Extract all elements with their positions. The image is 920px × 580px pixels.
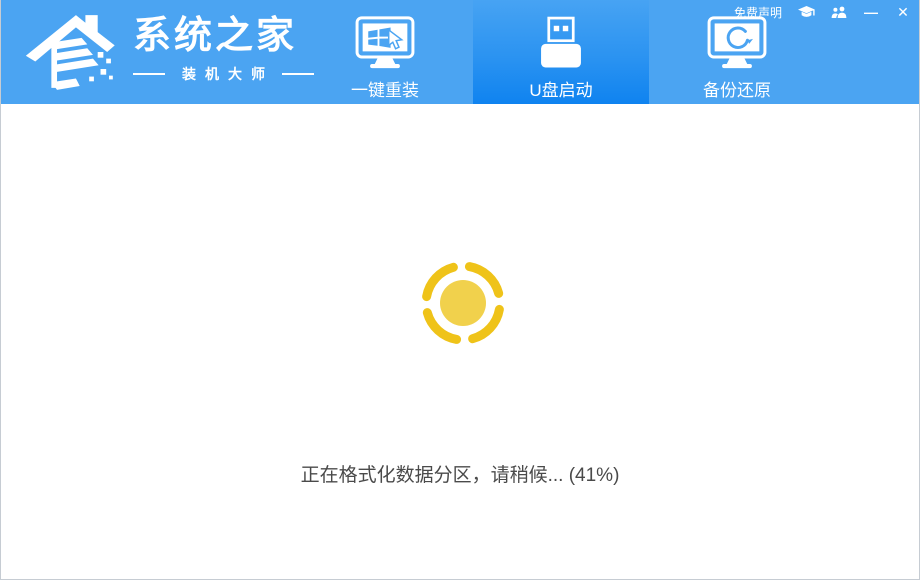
tab-label: U盘启动 [529,81,593,100]
tab-label: 备份还原 [703,81,771,100]
logo-dash-left [133,72,165,75]
free-disclaimer-link[interactable]: 免费声明 [734,4,782,21]
logo-text: 系统之家 装机大师 [133,15,314,84]
loading-spinner-icon [422,262,504,344]
users-icon[interactable] [831,6,847,18]
app-window: 系统之家 装机大师 一键重装 U盘启动 备份还原 免费声明 — ✕ 正在格式化数… [0,0,920,580]
logo-subtitle-line: 装机大师 [133,64,314,84]
content-area: 正在格式化数据分区，请稍候... (41%) [1,104,919,579]
logo-subtitle: 装机大师 [182,65,274,82]
house-logo-icon [25,15,115,90]
app-logo: 系统之家 装机大师 [23,6,314,98]
progress-status-text: 正在格式化数据分区，请稍候... (41%) [300,465,620,486]
close-button[interactable]: ✕ [895,5,911,19]
logo-title: 系统之家 [133,15,298,57]
monitor-windows-icon [355,11,415,75]
tab-label: 一键重装 [351,81,419,100]
titlebar-controls: 免费声明 — ✕ [734,0,911,24]
tab-usb-boot[interactable]: U盘启动 [473,0,649,104]
minimize-button[interactable]: — [863,5,879,19]
app-header: 系统之家 装机大师 一键重装 U盘启动 备份还原 免费声明 — ✕ [1,0,919,104]
usb-drive-icon [532,11,590,75]
tab-one-click-reinstall[interactable]: 一键重装 [297,0,473,104]
graduation-cap-icon[interactable] [798,5,815,19]
